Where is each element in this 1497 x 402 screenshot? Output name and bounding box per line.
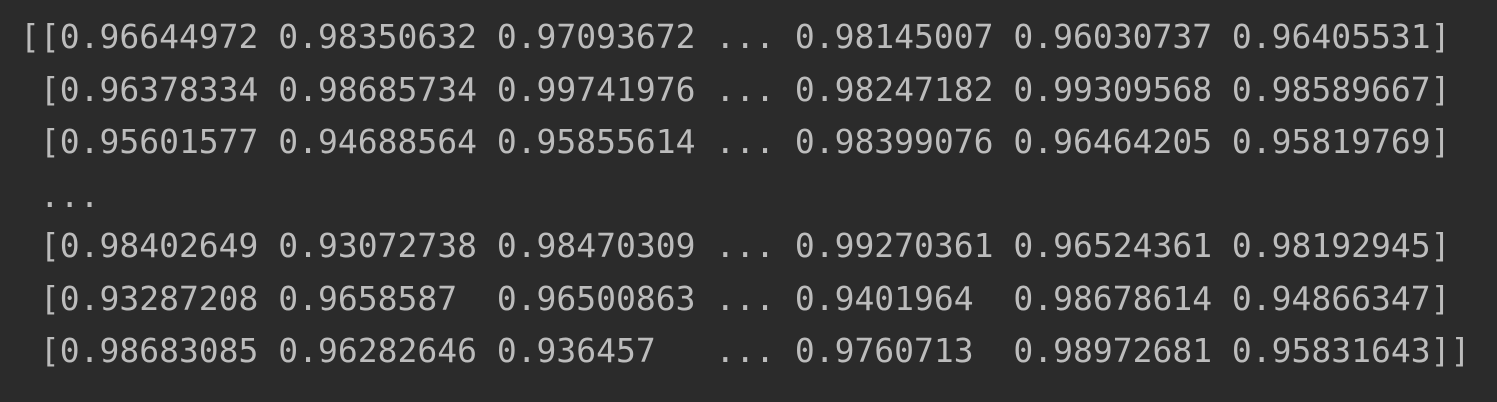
console-line: ... — [20, 176, 100, 215]
console-line: [[0.96644972 0.98350632 0.97093672 ... 0… — [20, 17, 1451, 56]
console-line: [0.96378334 0.98685734 0.99741976 ... 0.… — [20, 70, 1451, 109]
console-line: [0.93287208 0.9658587 0.96500863 ... 0.9… — [20, 279, 1451, 318]
console-line: [0.98683085 0.96282646 0.936457 ... 0.97… — [20, 331, 1471, 370]
console-output: [[0.96644972 0.98350632 0.97093672 ... 0… — [0, 0, 1497, 402]
console-line: [0.95601577 0.94688564 0.95855614 ... 0.… — [20, 122, 1451, 161]
console-line: [0.98402649 0.93072738 0.98470309 ... 0.… — [20, 226, 1451, 265]
